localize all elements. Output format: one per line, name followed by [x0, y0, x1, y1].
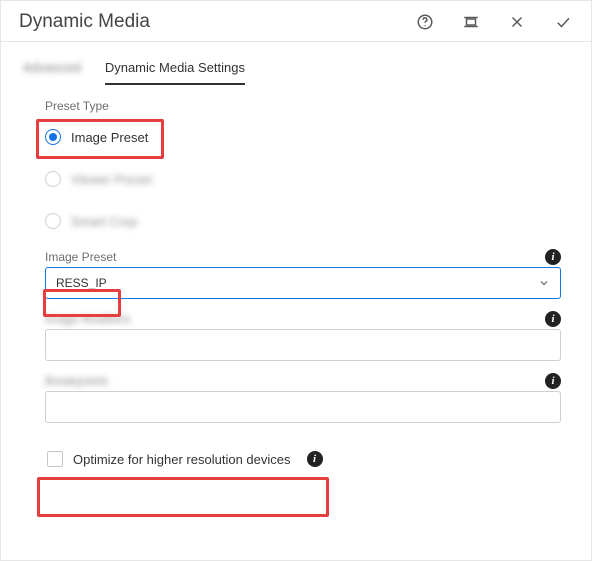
close-icon[interactable]: [507, 12, 527, 32]
annotation-highlight: [37, 477, 329, 517]
tab-dynamic-media-settings[interactable]: Dynamic Media Settings: [105, 56, 245, 85]
radio-image-preset[interactable]: Image Preset: [45, 121, 561, 153]
radio-image-preset-label: Image Preset: [71, 130, 148, 145]
chevron-down-icon: [538, 277, 550, 289]
fullscreen-icon[interactable]: [461, 12, 481, 32]
info-icon[interactable]: i: [307, 451, 323, 467]
radio-smart-crop[interactable]: Smart Crop: [45, 205, 561, 237]
confirm-icon[interactable]: [553, 12, 573, 32]
preset-type-label: Preset Type: [45, 99, 561, 113]
optimize-checkbox[interactable]: [47, 451, 63, 467]
image-preset-select[interactable]: RESS_IP: [45, 267, 561, 299]
info-icon[interactable]: i: [545, 373, 561, 389]
image-modifiers-label: Image Modifiers: [45, 312, 130, 326]
image-preset-select-value: RESS_IP: [56, 276, 107, 290]
radio-smart-crop-label: Smart Crop: [71, 214, 137, 229]
image-modifiers-input[interactable]: [45, 329, 561, 361]
panel-title: Dynamic Media: [19, 11, 150, 33]
tab-advanced[interactable]: Advanced: [23, 56, 81, 85]
info-icon[interactable]: i: [545, 311, 561, 327]
info-icon[interactable]: i: [545, 249, 561, 265]
help-icon[interactable]: [415, 12, 435, 32]
breakpoints-label: Breakpoints: [45, 374, 108, 388]
image-preset-field-label: Image Preset: [45, 250, 116, 264]
radio-viewer-preset[interactable]: Viewer Preset: [45, 163, 561, 195]
breakpoints-input[interactable]: [45, 391, 561, 423]
optimize-checkbox-label: Optimize for higher resolution devices: [73, 452, 291, 467]
radio-viewer-preset-label: Viewer Preset: [71, 172, 152, 187]
